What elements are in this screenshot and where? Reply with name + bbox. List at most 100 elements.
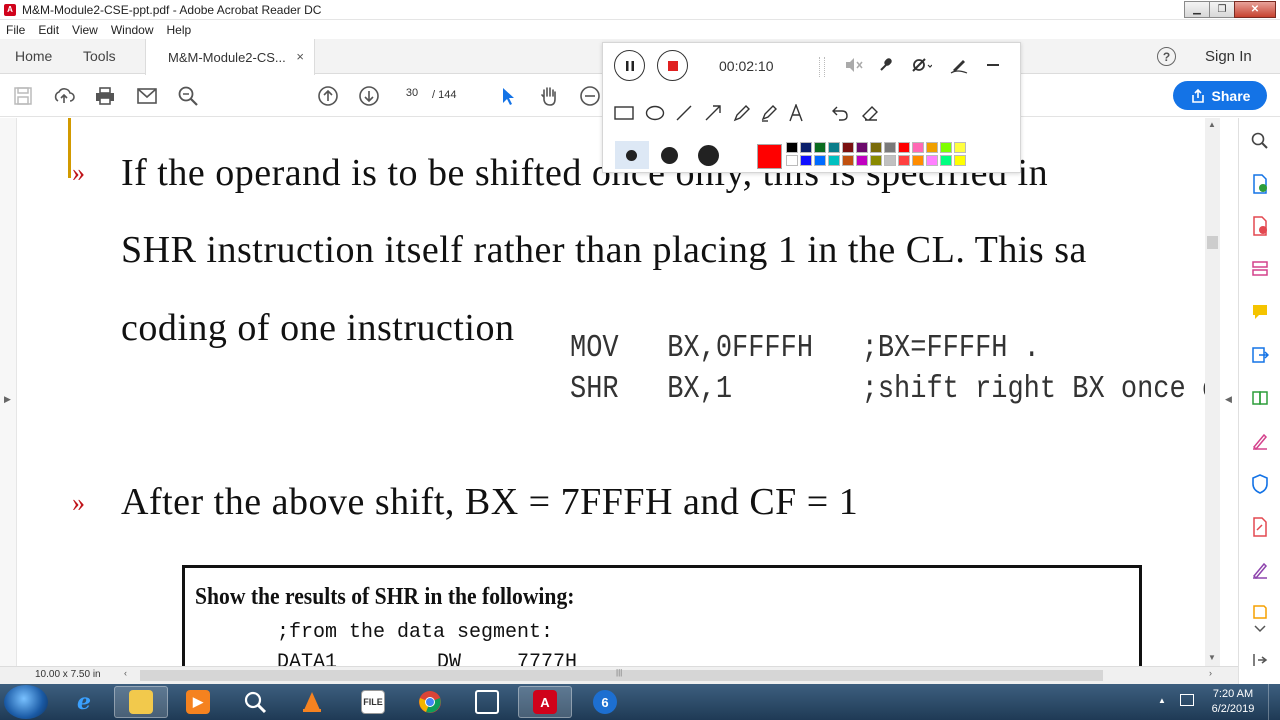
media-player-icon[interactable]: ▶ xyxy=(171,686,225,718)
color-swatch[interactable] xyxy=(856,142,868,153)
mute-icon[interactable] xyxy=(843,54,865,76)
send-file-icon[interactable] xyxy=(1249,344,1271,366)
color-swatch[interactable] xyxy=(954,142,966,153)
color-swatch[interactable] xyxy=(842,142,854,153)
color-swatch[interactable] xyxy=(856,155,868,166)
acrobat-taskbar-icon[interactable]: A xyxy=(518,686,572,718)
color-swatch[interactable] xyxy=(940,155,952,166)
vlc-icon[interactable] xyxy=(285,686,339,718)
undo-icon[interactable] xyxy=(829,102,851,124)
color-swatch[interactable] xyxy=(884,155,896,166)
menu-window[interactable]: Window xyxy=(111,23,154,37)
microphone-off-icon[interactable] xyxy=(875,54,897,76)
color-swatch[interactable] xyxy=(870,142,882,153)
color-swatch[interactable] xyxy=(898,142,910,153)
document-app-icon[interactable]: FILE xyxy=(346,686,400,718)
minimize-recorder-icon[interactable] xyxy=(982,54,1004,76)
create-pdf-icon[interactable] xyxy=(1249,215,1271,237)
email-icon[interactable] xyxy=(136,85,158,107)
color-swatch[interactable] xyxy=(926,142,938,153)
minimize-button[interactable]: ▁ xyxy=(1184,1,1210,18)
pause-button[interactable] xyxy=(614,50,645,81)
scroll-down-icon[interactable]: ▼ xyxy=(1208,653,1216,662)
drag-handle[interactable] xyxy=(819,57,825,77)
webcam-off-icon[interactable] xyxy=(910,54,932,76)
share-button[interactable]: Share xyxy=(1173,81,1267,110)
export-pdf-icon[interactable] xyxy=(1249,173,1271,195)
edit-pdf-icon[interactable] xyxy=(1249,516,1271,538)
sign-in-link[interactable]: Sign In xyxy=(1205,48,1252,65)
color-swatch[interactable] xyxy=(884,142,896,153)
current-color-swatch[interactable] xyxy=(757,144,782,169)
left-panel-toggle[interactable]: ▶ xyxy=(0,118,17,666)
compare-icon[interactable] xyxy=(1249,387,1271,409)
scroll-left-icon[interactable]: ‹ xyxy=(124,668,127,678)
save-icon[interactable] xyxy=(12,85,34,107)
menu-edit[interactable]: Edit xyxy=(38,23,59,37)
color-swatch[interactable] xyxy=(814,155,826,166)
ellipse-tool-icon[interactable] xyxy=(644,102,666,124)
color-swatch[interactable] xyxy=(898,155,910,166)
arrow-tool-icon[interactable] xyxy=(702,102,724,124)
menu-file[interactable]: File xyxy=(6,23,25,37)
fill-sign-icon[interactable] xyxy=(1249,430,1271,452)
previous-page-icon[interactable] xyxy=(317,85,339,107)
color-swatch[interactable] xyxy=(912,155,924,166)
color-swatch[interactable] xyxy=(828,142,840,153)
rectangle-tool-icon[interactable] xyxy=(613,102,635,124)
pen-tool-icon[interactable] xyxy=(731,102,753,124)
annotate-pen-icon[interactable] xyxy=(948,54,970,76)
color-swatch[interactable] xyxy=(842,155,854,166)
window-switcher-icon[interactable] xyxy=(460,686,514,718)
select-cursor-icon[interactable] xyxy=(497,85,519,107)
upload-cloud-icon[interactable] xyxy=(53,85,75,107)
scroll-up-icon[interactable]: ▲ xyxy=(1208,120,1216,129)
highlighter-tool-icon[interactable] xyxy=(758,102,780,124)
tab-document[interactable]: M&M-Module2-CS... × xyxy=(145,39,315,75)
color-swatch[interactable] xyxy=(940,142,952,153)
brush-small-button[interactable] xyxy=(626,150,637,161)
next-page-icon[interactable] xyxy=(358,85,380,107)
internet-explorer-icon[interactable]: e xyxy=(57,686,111,718)
expand-tools-icon[interactable] xyxy=(1249,618,1271,640)
tray-expand-icon[interactable]: ▲ xyxy=(1158,696,1166,705)
menu-view[interactable]: View xyxy=(72,23,98,37)
search-icon[interactable] xyxy=(177,85,199,107)
hand-tool-icon[interactable] xyxy=(538,85,560,107)
color-swatch[interactable] xyxy=(926,155,938,166)
recorder-taskbar-icon[interactable]: 6 xyxy=(578,686,632,718)
menu-help[interactable]: Help xyxy=(167,23,192,37)
protect-shield-icon[interactable] xyxy=(1249,473,1271,495)
text-tool-icon[interactable] xyxy=(785,102,807,124)
print-icon[interactable] xyxy=(94,85,116,107)
stop-button[interactable] xyxy=(657,50,688,81)
help-icon[interactable]: ? xyxy=(1157,47,1176,66)
scroll-thumb[interactable] xyxy=(1207,236,1218,249)
magnifier-icon[interactable] xyxy=(228,686,282,718)
collapse-pane-icon[interactable] xyxy=(1249,649,1271,671)
comment-icon[interactable] xyxy=(1249,301,1271,323)
eraser-icon[interactable] xyxy=(859,102,881,124)
page-number-input[interactable]: 30 xyxy=(397,87,427,105)
color-swatch[interactable] xyxy=(800,155,812,166)
color-swatch[interactable] xyxy=(870,155,882,166)
network-icon[interactable] xyxy=(1180,694,1194,706)
color-swatch[interactable] xyxy=(800,142,812,153)
maximize-button[interactable]: ❐ xyxy=(1209,1,1235,18)
line-tool-icon[interactable] xyxy=(673,102,695,124)
zoom-icon[interactable] xyxy=(1249,130,1271,152)
zoom-out-icon[interactable] xyxy=(579,85,601,107)
color-swatch[interactable] xyxy=(786,155,798,166)
vertical-scrollbar[interactable]: ▲ ▼ xyxy=(1205,118,1220,666)
chrome-icon[interactable] xyxy=(403,686,457,718)
tab-tools[interactable]: Tools xyxy=(83,48,116,64)
tab-close-icon[interactable]: × xyxy=(296,49,304,64)
clock[interactable]: 7:20 AM 6/2/2019 xyxy=(1205,687,1261,717)
brush-large-button[interactable] xyxy=(698,145,719,166)
scroll-right-icon[interactable]: › xyxy=(1209,668,1212,678)
color-swatch[interactable] xyxy=(912,142,924,153)
right-panel-toggle[interactable]: ◀ xyxy=(1220,118,1238,666)
start-button[interactable] xyxy=(4,685,48,719)
color-swatch[interactable] xyxy=(828,155,840,166)
tab-home[interactable]: Home xyxy=(15,48,52,64)
